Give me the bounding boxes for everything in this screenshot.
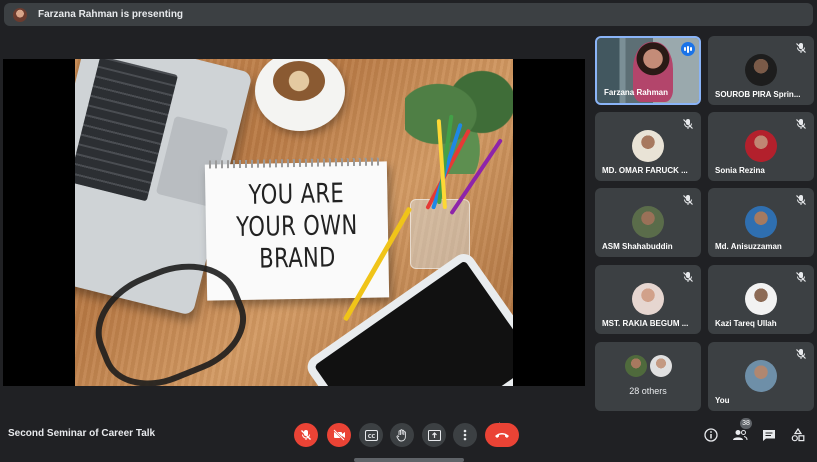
avatar (632, 130, 664, 162)
end-call-button[interactable] (485, 423, 519, 447)
participant-tile-asm[interactable]: ASM Shahabuddin (595, 188, 701, 257)
avatar (632, 206, 664, 238)
participant-tile-you[interactable]: You (708, 342, 814, 411)
chat-icon (763, 429, 775, 441)
end-call-icon (495, 433, 509, 438)
meeting-info-button[interactable] (702, 426, 720, 444)
plant-illustration (405, 59, 513, 174)
participant-tile-omar[interactable]: MD. OMAR FARUCK ... (595, 112, 701, 181)
present-screen-icon (427, 429, 441, 441)
avatar (745, 206, 777, 238)
avatar (632, 283, 664, 315)
meeting-title: Second Seminar of Career Talk (8, 428, 156, 439)
participant-name: ASM Shahabuddin (602, 242, 673, 251)
participant-tile-others[interactable]: 28 others (595, 342, 701, 411)
mic-off-icon (796, 272, 806, 282)
slide-text: YOU ARE YOUR OWN BRAND (236, 178, 358, 275)
speaking-indicator-icon (681, 42, 695, 56)
presenting-banner: Farzana Rahman is presenting (4, 3, 813, 26)
participant-name: Sonia Rezina (715, 166, 765, 175)
mic-off-icon (301, 430, 311, 440)
avatar (745, 360, 777, 392)
participant-name: Kazi Tareq Ullah (715, 319, 777, 328)
participant-name: SOUROB PIRA Sprin... (715, 90, 801, 99)
others-avatars (625, 355, 672, 377)
mic-off-icon (683, 119, 693, 129)
activities-button[interactable] (789, 426, 807, 444)
notepad-illustration: YOU ARE YOUR OWN BRAND (204, 157, 390, 301)
activities-icon (791, 428, 805, 442)
mic-off-icon (796, 349, 806, 359)
camera-off-icon (332, 429, 345, 441)
participant-tile-sourob[interactable]: SOUROB PIRA Sprin... (708, 36, 814, 105)
avatar (745, 283, 777, 315)
participant-name: Farzana Rahman (604, 88, 669, 97)
mic-off-icon (796, 43, 806, 53)
captions-icon: CC (364, 429, 378, 441)
participant-tile-kazi[interactable]: Kazi Tareq Ullah (708, 265, 814, 334)
present-button[interactable] (422, 423, 446, 447)
presenter-avatar (13, 7, 27, 22)
more-options-icon (463, 429, 467, 441)
scrollbar[interactable] (354, 458, 464, 462)
chat-button[interactable] (760, 426, 778, 444)
mic-off-icon (683, 195, 693, 205)
raise-hand-icon (396, 428, 406, 441)
people-count-badge: 38 (740, 418, 752, 429)
participant-tile-anisuzzaman[interactable]: Md. Anisuzzaman (708, 188, 814, 257)
captions-button[interactable]: CC (359, 423, 383, 447)
camera-toggle-button[interactable] (327, 423, 351, 447)
participant-name: Md. Anisuzzaman (715, 242, 782, 251)
avatar (745, 54, 777, 86)
avatar (745, 130, 777, 162)
participant-tile-rakia[interactable]: MST. RAKIA BEGUM ... (595, 265, 701, 334)
svg-text:CC: CC (367, 433, 375, 439)
more-options-button[interactable] (453, 423, 477, 447)
people-icon (733, 430, 748, 441)
others-count: 28 others (629, 386, 667, 396)
presentation-slide: YOU ARE YOUR OWN BRAND (75, 59, 513, 386)
presentation-stage: YOU ARE YOUR OWN BRAND (3, 59, 585, 433)
mic-off-icon (683, 272, 693, 282)
participant-name: You (715, 396, 730, 405)
mic-toggle-button[interactable] (294, 423, 318, 447)
raise-hand-button[interactable] (390, 423, 414, 447)
participant-tile-sonia[interactable]: Sonia Rezina (708, 112, 814, 181)
participant-name: MD. OMAR FARUCK ... (602, 166, 688, 175)
participant-name: MST. RAKIA BEGUM ... (602, 319, 689, 328)
mic-off-icon (796, 195, 806, 205)
participant-tile-farzana[interactable]: Farzana Rahman (595, 36, 701, 105)
presenting-text: Farzana Rahman is presenting (38, 9, 184, 20)
mic-off-icon (796, 119, 806, 129)
info-icon (704, 428, 718, 442)
